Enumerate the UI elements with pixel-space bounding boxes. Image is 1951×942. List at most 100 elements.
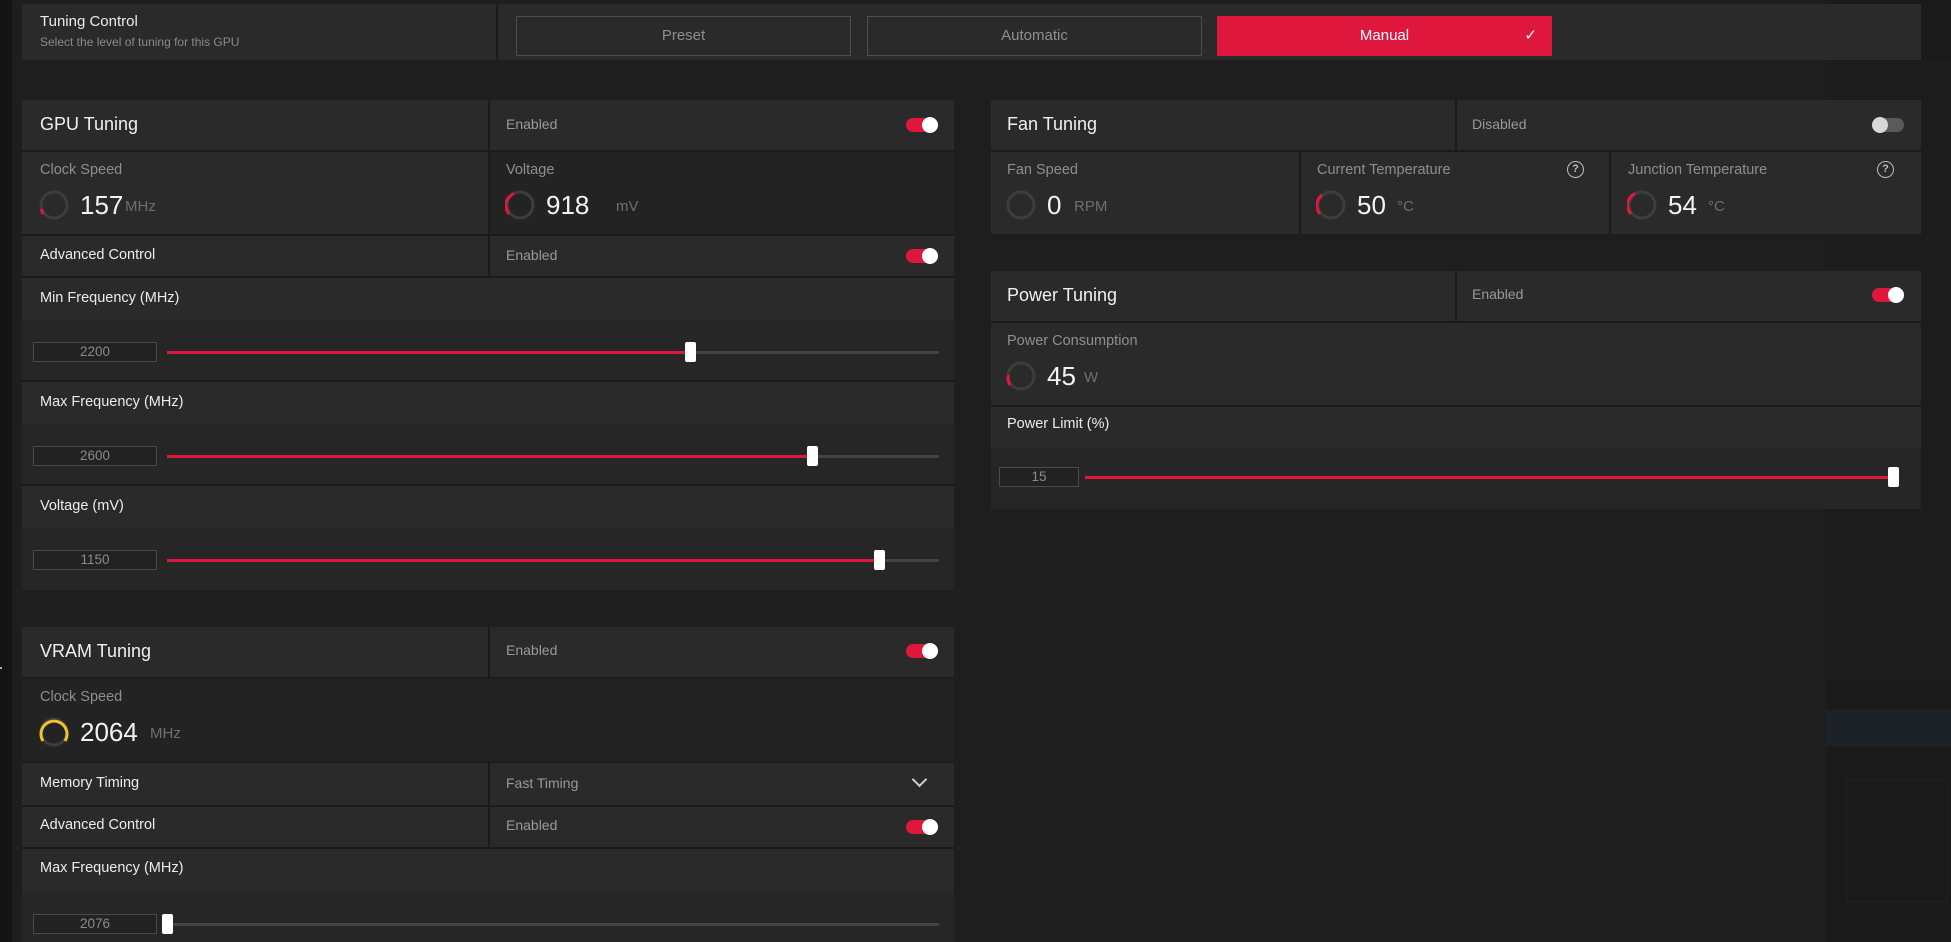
- power-tuning-title: Power Tuning: [1007, 285, 1118, 305]
- power-consumption-label: Power Consumption: [1007, 333, 1138, 349]
- preset-button[interactable]: Preset: [516, 16, 851, 56]
- fan-tuning-state: Disabled: [1472, 116, 1527, 132]
- fan-speed-metric: Fan Speed 0 RPM: [991, 152, 1299, 234]
- power-limit-thumb[interactable]: [1888, 467, 1899, 487]
- gpu-voltage-value: 918: [546, 190, 590, 220]
- vram-max-frequency-input[interactable]: 2076: [33, 914, 157, 934]
- chevron-down-icon: [911, 771, 928, 788]
- fan-tuning-header: Fan Tuning Disabled: [991, 100, 1921, 150]
- gpu-clock-label: Clock Speed: [40, 162, 123, 178]
- vram-max-frequency-slider[interactable]: [167, 923, 939, 926]
- automatic-button[interactable]: Automatic: [867, 16, 1202, 56]
- junction-temperature-metric: Junction Temperature ? 54 °C: [1611, 152, 1921, 234]
- power-limit-control: 15: [991, 451, 1921, 509]
- min-frequency-input[interactable]: 2200: [33, 342, 157, 362]
- gpu-tuning-toggle[interactable]: [906, 117, 938, 133]
- power-consumption-value: 45: [1047, 361, 1076, 391]
- power-limit-label: Power Limit (%): [1007, 416, 1110, 432]
- voltage-slider-label: Voltage (mV): [40, 498, 124, 514]
- power-limit-input[interactable]: 15: [999, 467, 1079, 487]
- max-frequency-control: 2600: [22, 426, 954, 484]
- vram-tuning-toggle[interactable]: [906, 643, 938, 659]
- memory-timing-row: Memory Timing Fast Timing: [22, 763, 954, 805]
- voltage-slider[interactable]: [167, 559, 939, 562]
- min-frequency-control: 2200: [22, 322, 954, 380]
- voltage-row: Voltage (mV): [22, 486, 954, 528]
- vram-clock-metric: Clock Speed 2064 MHz: [22, 679, 954, 761]
- gpu-voltage-unit: mV: [616, 198, 639, 215]
- junction-temperature-value: 54: [1668, 190, 1697, 220]
- fan-speed-label: Fan Speed: [1007, 162, 1078, 178]
- gpu-clock-metric: Clock Speed 157 MHz: [22, 152, 488, 234]
- vram-max-frequency-label: Max Frequency (MHz): [40, 860, 184, 876]
- gpu-advanced-control-state: Enabled: [506, 247, 558, 263]
- window-edge-left: [0, 0, 12, 942]
- vram-max-frequency-thumb[interactable]: [162, 914, 173, 934]
- max-frequency-slider[interactable]: [167, 455, 939, 458]
- memory-timing-value: Fast Timing: [506, 775, 579, 791]
- gpu-advanced-control-row: Advanced Control Enabled: [22, 236, 954, 276]
- current-temperature-metric: Current Temperature ? 50 °C: [1301, 152, 1609, 234]
- power-consumption-unit: W: [1084, 369, 1099, 386]
- vram-advanced-control-label: Advanced Control: [40, 817, 156, 833]
- edge-marker: [0, 667, 2, 669]
- fan-speed-value: 0: [1047, 190, 1062, 220]
- current-temperature-unit: °C: [1397, 198, 1414, 215]
- junction-temperature-gauge-icon: [1627, 190, 1657, 220]
- gpu-tuning-title: GPU Tuning: [40, 114, 139, 134]
- power-consumption-metric: Power Consumption 45 W: [991, 323, 1921, 405]
- current-temperature-help-icon[interactable]: ?: [1567, 161, 1584, 178]
- vram-max-frequency-row: Max Frequency (MHz): [22, 849, 954, 891]
- fan-speed-gauge-icon: [1006, 190, 1036, 220]
- power-tuning-header: Power Tuning Enabled: [991, 271, 1921, 321]
- vram-max-frequency-control: 2076: [22, 893, 954, 942]
- fan-tuning-panel: Fan Tuning Disabled Fan Speed 0 RPM Curr…: [991, 100, 1921, 234]
- power-limit-slider[interactable]: [1085, 476, 1899, 479]
- min-frequency-row: Min Frequency (MHz): [22, 278, 954, 320]
- min-frequency-slider[interactable]: [167, 351, 939, 354]
- vram-tuning-title: VRAM Tuning: [40, 641, 152, 661]
- min-frequency-thumb[interactable]: [684, 342, 696, 362]
- current-temperature-label: Current Temperature: [1317, 162, 1451, 178]
- gpu-clock-value: 157: [80, 190, 124, 220]
- current-temperature-gauge-icon: [1316, 190, 1346, 220]
- voltage-thumb[interactable]: [873, 550, 885, 570]
- vram-clock-unit: MHz: [150, 725, 181, 742]
- check-icon: ✓: [1524, 27, 1537, 44]
- vram-advanced-control-toggle[interactable]: [906, 819, 938, 835]
- max-frequency-label: Max Frequency (MHz): [40, 394, 184, 410]
- fan-tuning-title: Fan Tuning: [1007, 114, 1098, 134]
- gpu-voltage-gauge-icon: [505, 190, 535, 220]
- max-frequency-thumb[interactable]: [806, 446, 818, 466]
- vram-advanced-control-row: Advanced Control Enabled: [22, 807, 954, 847]
- power-limit-row: Power Limit (%): [991, 407, 1921, 449]
- power-tuning-toggle[interactable]: [1872, 287, 1904, 303]
- gpu-clock-gauge-icon: [39, 190, 69, 220]
- memory-timing-dropdown[interactable]: Fast Timing: [490, 763, 954, 805]
- gpu-voltage-metric: Voltage 918 mV: [490, 152, 954, 234]
- manual-button[interactable]: Manual ✓: [1217, 16, 1552, 56]
- voltage-input[interactable]: 1150: [33, 550, 157, 570]
- tuning-control-bar: Tuning Control Select the level of tunin…: [22, 4, 1921, 60]
- junction-temperature-unit: °C: [1708, 198, 1725, 215]
- gpu-advanced-control-toggle[interactable]: [906, 248, 938, 264]
- memory-timing-label: Memory Timing: [40, 775, 140, 791]
- gpu-tuning-panel: GPU Tuning Enabled Clock Speed 157 MHz V…: [22, 100, 954, 590]
- power-consumption-gauge-icon: [1006, 361, 1036, 391]
- gpu-clock-unit: MHz: [125, 198, 156, 215]
- fan-tuning-toggle[interactable]: [1872, 117, 1904, 133]
- current-temperature-value: 50: [1357, 190, 1386, 220]
- vram-tuning-header: VRAM Tuning Enabled: [22, 627, 954, 677]
- min-frequency-label: Min Frequency (MHz): [40, 290, 180, 306]
- tuning-control-title: Tuning Control: [40, 13, 138, 30]
- gpu-voltage-label: Voltage: [506, 162, 555, 178]
- max-frequency-row: Max Frequency (MHz): [22, 382, 954, 424]
- vram-tuning-panel: VRAM Tuning Enabled Clock Speed 2064 MHz…: [22, 627, 954, 942]
- junction-temperature-label: Junction Temperature: [1628, 162, 1768, 178]
- fan-speed-unit: RPM: [1074, 198, 1108, 215]
- manual-button-label: Manual: [1359, 27, 1410, 44]
- max-frequency-input[interactable]: 2600: [33, 446, 157, 466]
- vram-tuning-state: Enabled: [506, 642, 558, 658]
- power-tuning-panel: Power Tuning Enabled Power Consumption 4…: [991, 271, 1921, 509]
- junction-temperature-help-icon[interactable]: ?: [1877, 161, 1894, 178]
